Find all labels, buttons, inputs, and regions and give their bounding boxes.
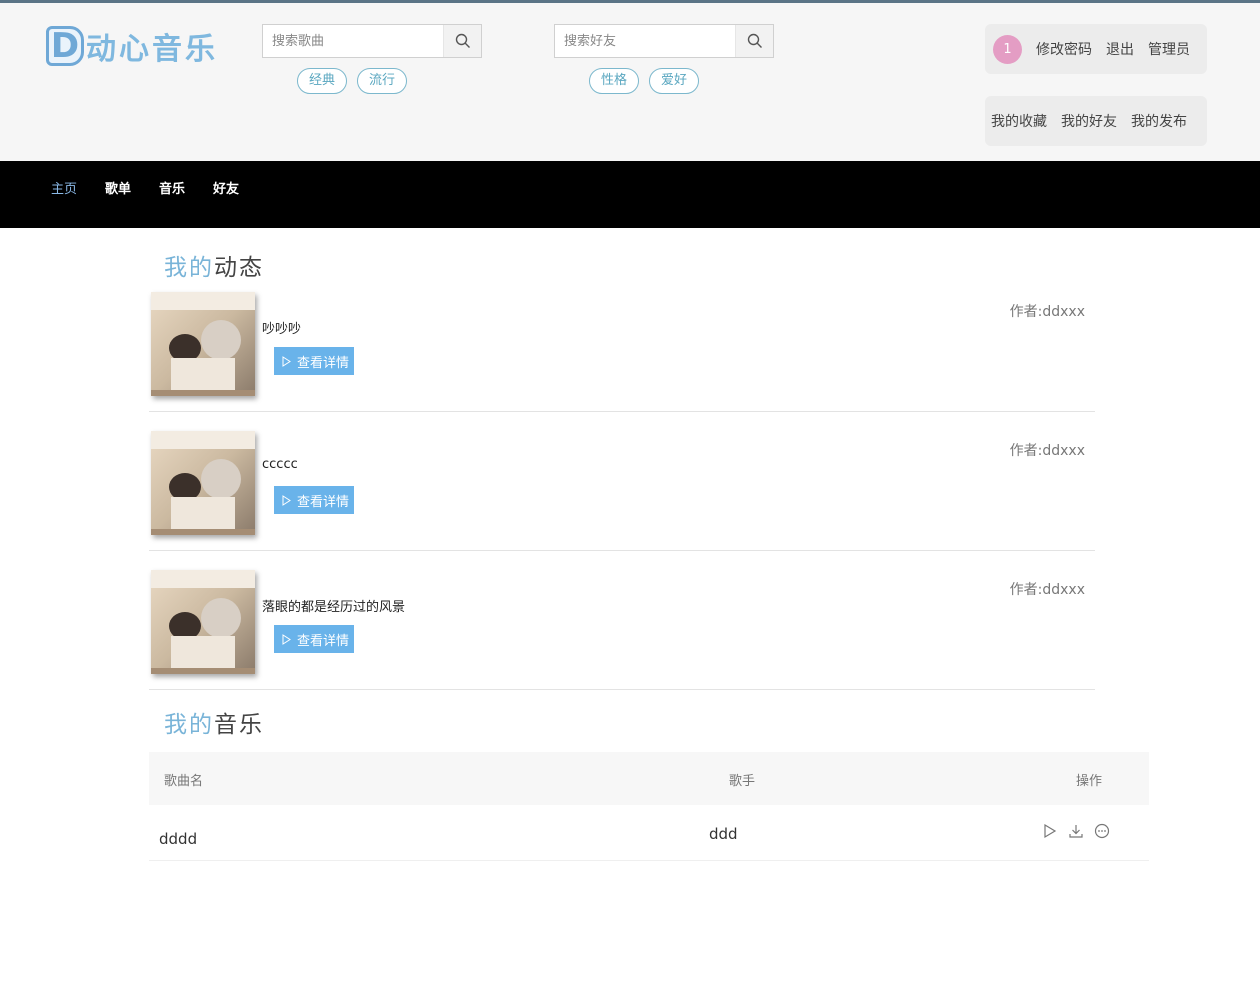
feed-item-title: ccccc bbox=[262, 457, 298, 472]
song-name-cell[interactable]: dddd bbox=[159, 830, 197, 848]
friend-search-button[interactable] bbox=[735, 25, 773, 57]
feed-item-author: 作者:ddxxx bbox=[1009, 304, 1085, 320]
feed-item-author: 作者:ddxxx bbox=[1009, 443, 1085, 459]
search-icon bbox=[747, 33, 762, 48]
logout-link[interactable]: 退出 bbox=[1106, 39, 1134, 59]
music-title-rest: 音乐 bbox=[214, 712, 264, 738]
friend-search-box bbox=[554, 24, 774, 58]
tag-hobby[interactable]: 爱好 bbox=[649, 68, 699, 94]
feed-section-title: 我的动态 bbox=[164, 248, 264, 282]
row-actions bbox=[1042, 823, 1110, 839]
play-icon bbox=[282, 633, 291, 645]
song-search-box bbox=[262, 24, 482, 58]
view-detail-button[interactable]: 查看详情 bbox=[274, 347, 354, 375]
feed-title-highlight: 我的 bbox=[164, 255, 214, 281]
play-icon bbox=[282, 494, 291, 506]
notification-badge[interactable]: 1 bbox=[993, 34, 1022, 64]
column-actions: 操作 bbox=[1076, 774, 1103, 789]
view-detail-button[interactable]: 查看详情 bbox=[274, 625, 354, 653]
feed-item: ccccc 查看详情 作者:ddxxx bbox=[149, 431, 1095, 551]
table-row: dddd ddd bbox=[149, 805, 1149, 861]
logo-letter: D bbox=[46, 26, 84, 66]
feed-item-title: 落眼的都是经历过的风景 bbox=[262, 600, 406, 615]
change-password-link[interactable]: 修改密码 bbox=[1036, 39, 1092, 59]
nav-playlists[interactable]: 歌单 bbox=[105, 178, 131, 197]
my-friends-link[interactable]: 我的好友 bbox=[1061, 111, 1117, 131]
music-table: 歌曲名 歌手 操作 dddd ddd bbox=[149, 752, 1149, 861]
nav-home[interactable]: 主页 bbox=[51, 178, 77, 197]
tag-personality[interactable]: 性格 bbox=[589, 68, 639, 94]
username-link[interactable]: 管理员 bbox=[1148, 39, 1190, 59]
tag-classic[interactable]: 经典 bbox=[297, 68, 347, 94]
main-nav: 主页 歌单 音乐 好友 bbox=[0, 161, 1260, 228]
feed-item-title: 吵吵吵 bbox=[262, 322, 302, 337]
download-icon[interactable] bbox=[1068, 823, 1084, 839]
album-cover-image[interactable] bbox=[151, 431, 255, 535]
album-cover-image[interactable] bbox=[151, 292, 255, 396]
singer-cell: ddd bbox=[709, 825, 738, 843]
site-header: D 动心音乐 经典 流行 性格 爱好 1 修改密码 退出 管理员 我的收藏 我的… bbox=[0, 3, 1260, 161]
view-detail-label: 查看详情 bbox=[297, 633, 350, 649]
feed-item: 落眼的都是经历过的风景 查看详情 作者:ddxxx bbox=[149, 570, 1095, 690]
album-cover-image[interactable] bbox=[151, 570, 255, 674]
column-song-name: 歌曲名 bbox=[164, 774, 204, 789]
more-icon[interactable] bbox=[1094, 823, 1110, 839]
logo-text: 动心音乐 bbox=[86, 32, 218, 67]
user-panel: 1 修改密码 退出 管理员 bbox=[985, 24, 1207, 74]
my-favorites-link[interactable]: 我的收藏 bbox=[991, 111, 1047, 131]
my-posts-link[interactable]: 我的发布 bbox=[1131, 111, 1187, 131]
song-search-button[interactable] bbox=[443, 25, 481, 57]
view-detail-label: 查看详情 bbox=[297, 494, 350, 510]
nav-music[interactable]: 音乐 bbox=[159, 178, 185, 197]
play-icon bbox=[282, 355, 291, 367]
nav-friends[interactable]: 好友 bbox=[213, 178, 239, 197]
user-links-panel: 我的收藏 我的好友 我的发布 bbox=[985, 96, 1207, 146]
feed-title-rest: 动态 bbox=[214, 255, 264, 281]
site-logo[interactable]: D 动心音乐 bbox=[46, 23, 218, 69]
play-icon[interactable] bbox=[1042, 823, 1058, 839]
song-search-input[interactable] bbox=[263, 25, 444, 57]
table-header: 歌曲名 歌手 操作 bbox=[149, 752, 1149, 805]
search-icon bbox=[455, 33, 470, 48]
column-singer: 歌手 bbox=[729, 774, 756, 789]
feed-item: 吵吵吵 查看详情 作者:ddxxx bbox=[149, 292, 1095, 412]
tag-pop[interactable]: 流行 bbox=[357, 68, 407, 94]
view-detail-button[interactable]: 查看详情 bbox=[274, 486, 354, 514]
friend-search-input[interactable] bbox=[555, 25, 736, 57]
feed-item-author: 作者:ddxxx bbox=[1009, 582, 1085, 598]
music-title-highlight: 我的 bbox=[164, 712, 214, 738]
view-detail-label: 查看详情 bbox=[297, 355, 350, 371]
music-section-title: 我的音乐 bbox=[164, 705, 264, 739]
